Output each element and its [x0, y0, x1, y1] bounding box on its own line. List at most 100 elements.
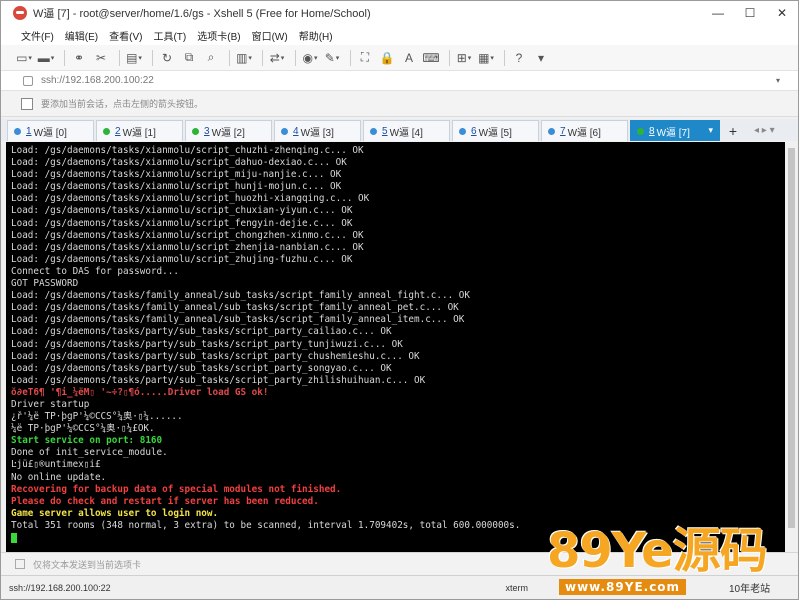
- lock-icon[interactable]: 🔒: [378, 49, 396, 67]
- toolbar-separator: [119, 49, 120, 66]
- terminal-line: Load: /gs/daemons/tasks/family_anneal/su…: [11, 314, 465, 326]
- link-icon[interactable]: ⚭: [70, 49, 88, 67]
- open-folder-icon[interactable]: ▬ ▾: [37, 49, 55, 67]
- toolbar-separator: [64, 49, 65, 66]
- properties-icon[interactable]: ▤ ▾: [125, 49, 143, 67]
- tab-status-dot-icon: [103, 127, 110, 135]
- scrollbar-thumb[interactable]: [788, 148, 795, 528]
- new-session-icon[interactable]: ▭ ▾: [15, 49, 33, 67]
- menu-edit[interactable]: 编辑(E): [65, 28, 98, 43]
- terminal-line: Load: /gs/daemons/tasks/xianmolu/script_…: [11, 181, 342, 193]
- terminal-line: Connect to DAS for password...: [11, 265, 179, 277]
- tab-number: 1: [26, 125, 32, 137]
- menu-file[interactable]: 文件(F): [21, 28, 54, 43]
- refresh-icon[interactable]: ↻: [158, 49, 176, 67]
- tab-status-dot-icon: [14, 127, 21, 135]
- session-tab-bar: 1 W逼 [0] 2 W逼 [1] 3 W逼 [2] 4 W逼 [3] 5 W逼 [4] 6 W逼 […: [1, 119, 798, 141]
- minimize-button[interactable]: —: [702, 1, 734, 25]
- toolbar-separator: [229, 49, 230, 66]
- pen-icon[interactable]: ✎ ▾: [323, 49, 341, 67]
- session-tab-4[interactable]: 4 W逼 [3]: [274, 120, 361, 141]
- globe-icon[interactable]: ◉ ▾: [301, 49, 319, 67]
- toolbar-separator: [262, 49, 263, 66]
- session-tab-2[interactable]: 2 W逼 [1]: [96, 120, 183, 141]
- terminal-line: Load: /gs/daemons/tasks/party/sub_tasks/…: [11, 350, 420, 362]
- tab-number: 6: [471, 125, 477, 137]
- compose-menu-icon[interactable]: [15, 559, 25, 569]
- watermark-url: www.89YE.com: [559, 579, 687, 595]
- tab-status-dot-icon: [459, 127, 466, 135]
- tab-label: W逼 [1]: [122, 127, 156, 139]
- tab-status-dot-icon: [637, 127, 644, 135]
- tab-label: W逼 [4]: [389, 127, 423, 139]
- add-session-arrow-icon[interactable]: [21, 97, 33, 110]
- tab-navigation-icon[interactable]: ◂ ▸ ▾: [754, 120, 775, 141]
- font-icon[interactable]: A: [400, 49, 418, 67]
- terminal-line: Load: /gs/daemons/tasks/party/sub_tasks/…: [11, 362, 392, 374]
- address-lock-icon: [23, 75, 33, 86]
- address-bar: ssh://192.168.200.100:22 ▾: [1, 71, 798, 91]
- menu-window[interactable]: 窗口(W): [252, 28, 288, 43]
- terminal-line: No online update.: [11, 471, 107, 483]
- terminal-line: Recovering for backup data of special mo…: [11, 483, 342, 495]
- tab-number: 5: [382, 125, 388, 137]
- find-icon[interactable]: ⌕: [202, 49, 220, 67]
- session-tab-5[interactable]: 5 W逼 [4]: [363, 120, 450, 141]
- menu-bar: 文件(F) 编辑(E) 查看(V) 工具(T) 选项卡(B) 窗口(W) 帮助(…: [1, 25, 798, 45]
- settings-icon[interactable]: ▾: [532, 49, 550, 67]
- terminal-line: Load: /gs/daemons/tasks/party/sub_tasks/…: [11, 374, 426, 386]
- terminal-line: Load: /gs/daemons/tasks/xianmolu/script_…: [11, 157, 347, 169]
- watermark-tagline: 10年老站: [729, 584, 771, 595]
- tab-label: W逼 [3]: [300, 127, 334, 139]
- transfer-icon[interactable]: ⇄ ▾: [268, 49, 286, 67]
- session-tab-3[interactable]: 3 W逼 [2]: [185, 120, 272, 141]
- title-bar[interactable]: W逼 [7] - root@server/home/1.6/gs - Xshel…: [1, 1, 798, 25]
- toolbar-separator: [449, 49, 450, 66]
- copy-icon[interactable]: ⧉: [180, 49, 198, 67]
- menu-help[interactable]: 帮助(H): [299, 28, 333, 43]
- tab-status-dot-icon: [192, 127, 199, 135]
- terminal-output[interactable]: Load: /gs/daemons/tasks/xianmolu/script_…: [6, 142, 785, 552]
- terminal-line: Please do check and restart if server ha…: [11, 495, 319, 507]
- address-dropdown-icon[interactable]: ▾: [776, 76, 780, 85]
- fullscreen-icon[interactable]: ⛶: [356, 49, 374, 67]
- terminal-line: Load: /gs/daemons/tasks/xianmolu/script_…: [11, 145, 364, 156]
- session-tab-7[interactable]: 7 W逼 [6]: [541, 120, 628, 141]
- print-icon[interactable]: ▥ ▾: [235, 49, 253, 67]
- address-input[interactable]: ssh://192.168.200.100:22: [41, 75, 776, 86]
- terminal-line: Game server allows user to login now.: [11, 507, 219, 519]
- tab-label: W逼 [6]: [567, 127, 601, 139]
- menu-tools[interactable]: 工具(T): [153, 28, 186, 43]
- close-button[interactable]: ✕: [766, 1, 798, 25]
- tab-menu-icon[interactable]: ▾: [708, 125, 713, 136]
- tab-number: 2: [115, 125, 121, 137]
- terminal-line: Load: /gs/daemons/tasks/family_anneal/su…: [11, 290, 470, 302]
- terminal-line: Done of init_service_module.: [11, 447, 168, 459]
- unlink-icon[interactable]: ✂: [92, 49, 110, 67]
- terminal-line: Load: /gs/daemons/tasks/party/sub_tasks/…: [11, 338, 403, 350]
- menu-view[interactable]: 查看(V): [109, 28, 142, 43]
- terminal-cursor: [11, 533, 17, 543]
- watermark-title: 89Ye源码: [547, 523, 768, 579]
- tab-status-dot-icon: [548, 127, 555, 135]
- menu-tabs[interactable]: 选项卡(B): [197, 28, 240, 43]
- new-tab-button[interactable]: +: [724, 120, 742, 141]
- help-icon[interactable]: ?: [510, 49, 528, 67]
- terminal-line: Load: /gs/daemons/tasks/party/sub_tasks/…: [11, 326, 392, 338]
- maximize-button[interactable]: ☐: [734, 1, 766, 25]
- tab-number: 3: [204, 125, 210, 137]
- tab-number: 4: [293, 125, 299, 137]
- session-tab-8[interactable]: 8 W逼 [7] ▾: [630, 120, 720, 141]
- session-tab-1[interactable]: 1 W逼 [0]: [7, 120, 94, 141]
- tab-label: W逼 [2]: [211, 127, 245, 139]
- terminal-line: GOT PASSWORD: [11, 278, 79, 290]
- toolbar: ▭ ▾ ▬ ▾ ⚭ ✂ ▤ ▾ ↻ ⧉ ⌕ ▥ ▾ ⇄ ▾ ◉ ▾ ✎ ▾ ⛶ 🔒 A ⌨ ⊞…: [1, 45, 798, 71]
- compose-icon[interactable]: ⊞ ▾: [455, 49, 473, 67]
- session-tab-6[interactable]: 6 W逼 [5]: [452, 120, 539, 141]
- session-hint-bar: 要添加当前会话，点击左侧的箭头按钮。: [1, 91, 798, 117]
- terminal-line: Start service on port: 8160: [11, 435, 163, 447]
- layout-icon[interactable]: ▦ ▾: [477, 49, 495, 67]
- status-address: ssh://192.168.200.100:22: [9, 582, 111, 593]
- terminal-scrollbar[interactable]: [785, 142, 798, 552]
- keyboard-icon[interactable]: ⌨: [422, 49, 440, 67]
